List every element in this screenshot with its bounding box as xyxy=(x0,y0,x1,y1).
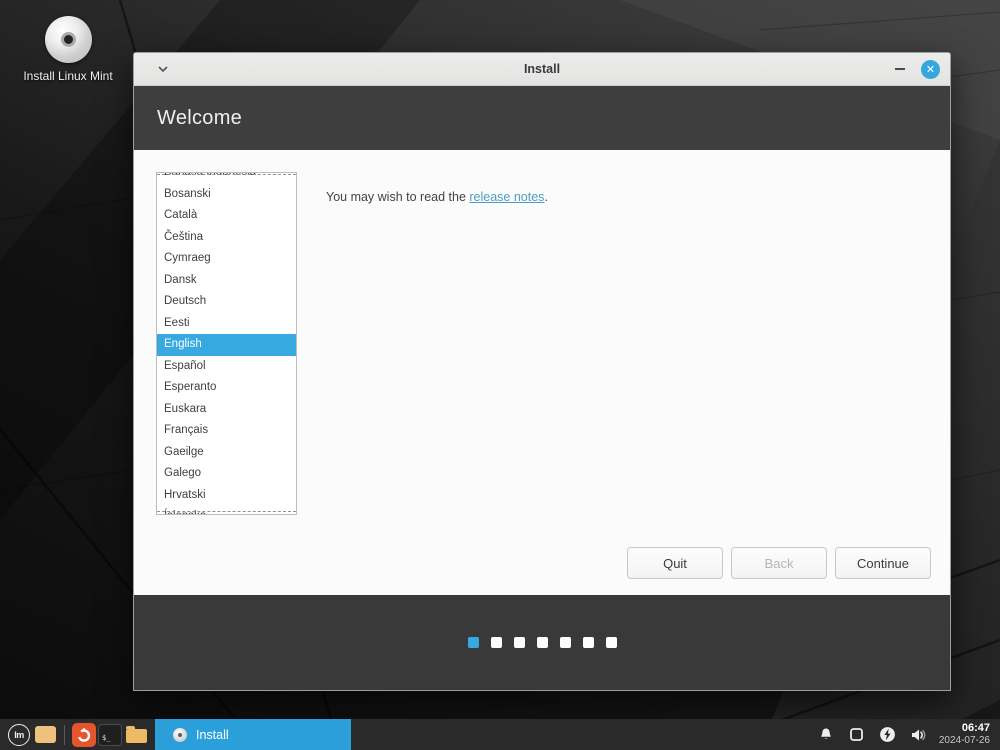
language-item[interactable]: Deutsch xyxy=(157,291,296,313)
language-item[interactable]: Dansk xyxy=(157,270,296,292)
language-item[interactable]: Español xyxy=(157,356,296,378)
cd-disc-icon xyxy=(44,16,92,63)
volume-icon[interactable] xyxy=(909,725,929,745)
language-item[interactable]: Íslenska xyxy=(157,506,296,514)
language-item[interactable]: Cymraeg xyxy=(157,248,296,270)
taskbar-window-button-install[interactable]: Install xyxy=(155,719,351,750)
window-content: Bahasa Indonesia Bosanski Català Čeština Cym… xyxy=(134,150,950,595)
language-list[interactable]: Bahasa Indonesia Bosanski Català Čeština Cym… xyxy=(156,172,297,515)
language-item[interactable]: Català xyxy=(157,205,296,227)
install-window: Install ✕ Welcome Bahasa Indonesia Bosans… xyxy=(133,52,951,691)
progress-dot xyxy=(513,637,525,648)
system-tray xyxy=(816,725,929,745)
quit-button[interactable]: Quit xyxy=(627,547,723,579)
progress-footer xyxy=(134,595,950,690)
language-item[interactable]: Euskara xyxy=(157,399,296,421)
language-item[interactable]: Čeština xyxy=(157,227,296,249)
language-item[interactable]: Galego xyxy=(157,463,296,485)
progress-dot xyxy=(582,637,594,648)
language-item[interactable]: Bahasa Indonesia xyxy=(157,173,296,184)
language-item[interactable]: Eesti xyxy=(157,313,296,335)
release-note-after: . xyxy=(544,190,548,204)
language-item[interactable]: Esperanto xyxy=(157,377,296,399)
language-item[interactable]: Hrvatski xyxy=(157,485,296,507)
language-item[interactable]: Gaeilge xyxy=(157,442,296,464)
progress-dot xyxy=(559,637,571,648)
page-header: Welcome xyxy=(134,86,950,150)
window-title: Install xyxy=(523,62,561,76)
close-button[interactable]: ✕ xyxy=(921,59,940,79)
desktop: Install Linux Mint Install ✕ Welcome Bah… xyxy=(0,0,1000,750)
clock-date: 2024-07-26 xyxy=(938,735,990,747)
release-notes-link[interactable]: release notes xyxy=(469,190,544,204)
language-item[interactable]: Français xyxy=(157,420,296,442)
windows-list-icon[interactable] xyxy=(847,725,867,745)
language-item[interactable]: English xyxy=(157,334,296,356)
progress-dot xyxy=(490,637,502,648)
back-button[interactable]: Back xyxy=(731,547,827,579)
mint-menu-icon[interactable]: lm xyxy=(6,722,32,748)
desktop-icon-label: Install Linux Mint xyxy=(23,69,113,83)
firefox-icon[interactable] xyxy=(71,722,97,748)
terminal-icon[interactable] xyxy=(97,722,123,748)
titlebar[interactable]: Install ✕ xyxy=(134,53,950,86)
taskbar-separator xyxy=(64,724,65,745)
page-title: Welcome xyxy=(157,106,243,129)
progress-dots xyxy=(467,637,617,648)
desktop-icon-install-linux-mint[interactable]: Install Linux Mint xyxy=(22,16,114,85)
continue-button[interactable]: Continue xyxy=(835,547,931,579)
release-note-before: You may wish to read the xyxy=(326,190,470,204)
minimize-button[interactable] xyxy=(895,68,905,70)
clock[interactable]: 06:47 2024-07-26 xyxy=(939,722,990,746)
task-button-label: Install xyxy=(196,727,229,742)
cd-icon xyxy=(173,727,187,742)
chevron-down-icon[interactable] xyxy=(152,58,174,80)
clock-time: 06:47 xyxy=(961,722,990,735)
taskbar: lm Install xyxy=(0,719,1000,750)
progress-dot xyxy=(467,637,479,648)
progress-dot xyxy=(536,637,548,648)
release-note-text: You may wish to read the release notes. xyxy=(326,190,548,204)
progress-dot xyxy=(605,637,617,648)
show-desktop-icon[interactable] xyxy=(32,722,58,748)
power-battery-icon[interactable] xyxy=(878,725,898,745)
language-list-items: Bahasa Indonesia Bosanski Català Čeština Cym… xyxy=(157,173,296,514)
notifications-bell-icon[interactable] xyxy=(816,725,836,745)
files-icon[interactable] xyxy=(123,722,149,748)
language-item[interactable]: Bosanski xyxy=(157,184,296,206)
